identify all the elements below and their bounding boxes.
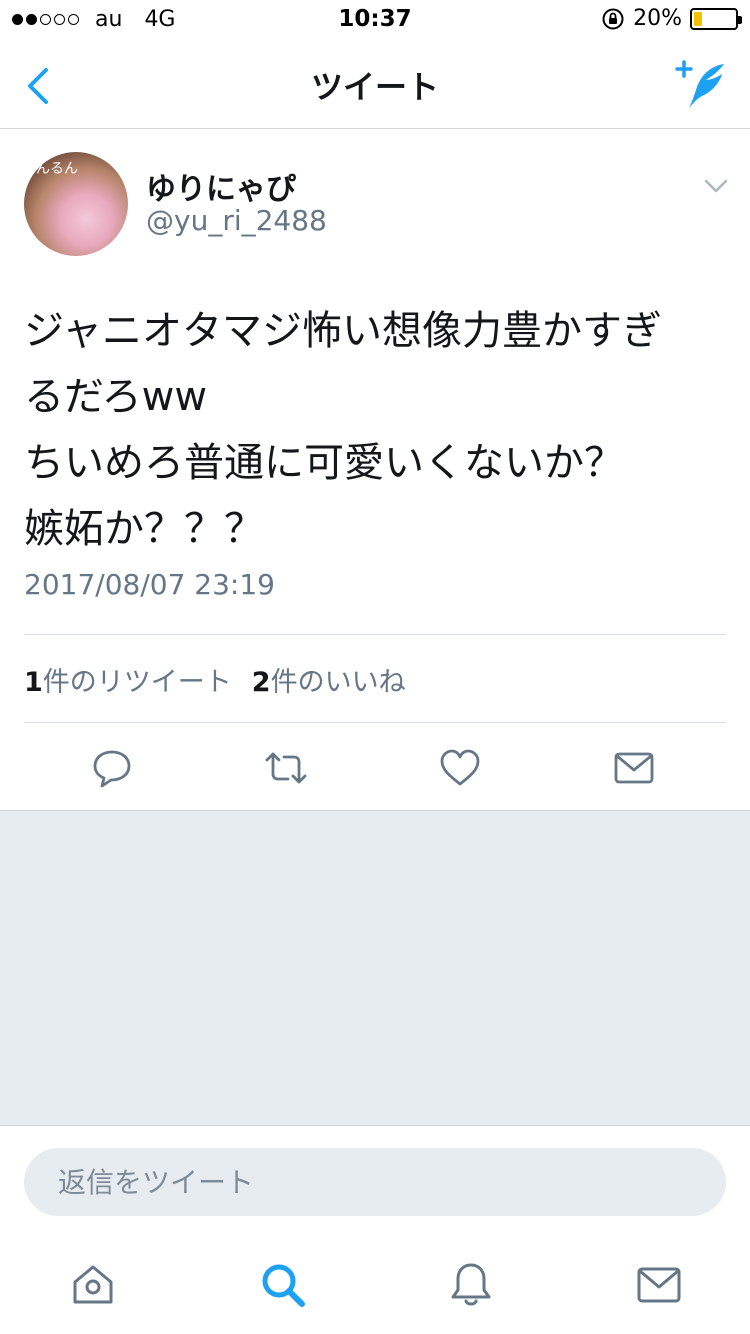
divider xyxy=(24,722,726,723)
search-icon[interactable] xyxy=(258,1260,308,1310)
messages-icon[interactable] xyxy=(634,1260,684,1310)
like-count: 2 xyxy=(251,667,271,698)
reply-box[interactable] xyxy=(24,1148,726,1216)
reply-input[interactable] xyxy=(24,1148,726,1216)
retweet-label: 件のリツイート xyxy=(42,667,232,698)
retweet-count: 1 xyxy=(24,667,43,698)
like-heart-icon[interactable] xyxy=(438,746,482,790)
reply-icon[interactable] xyxy=(90,746,134,790)
tweet-stats: 1件のリツイート 2件のいいね xyxy=(24,660,426,699)
notifications-icon[interactable] xyxy=(446,1260,496,1310)
battery-fill xyxy=(694,11,702,26)
navigation-bar: ツイート xyxy=(0,42,750,129)
empty-replies-area xyxy=(0,810,750,1126)
chevron-down-icon[interactable] xyxy=(700,172,732,200)
tweet-line: ちいめろ普通に可愛いくないか？ xyxy=(24,440,624,486)
rotation-lock-icon xyxy=(602,8,624,29)
avatar[interactable]: んるん xyxy=(24,152,128,256)
page-title: ツイート xyxy=(310,68,439,106)
tweet-line: ジャニオタマジ怖い想像力豊かすぎ xyxy=(24,308,662,354)
user-handle[interactable]: @yu_ri_2488 xyxy=(146,204,327,237)
status-right: 20% xyxy=(601,6,742,31)
retweet-count-link[interactable]: 1件のリツイート xyxy=(24,660,232,699)
tweet-text: ジャニオタマジ怖い想像力豊かすぎ るだろww ちいめろ普通に可愛いくないか？ 嫉… xyxy=(24,298,728,562)
tweet-timestamp: 2017/08/07 23:19 xyxy=(24,568,275,601)
battery-percent: 20% xyxy=(633,6,682,31)
compose-tweet-icon[interactable] xyxy=(674,56,730,112)
tweet-line: 嫉妬か？？？ xyxy=(24,506,264,552)
like-count-link[interactable]: 2件のいいね xyxy=(252,660,406,699)
divider xyxy=(24,634,726,635)
tweet-actions xyxy=(0,740,750,810)
avatar-overlay-text: んるん xyxy=(36,161,78,177)
tweet-line: るだろww xyxy=(24,374,208,420)
retweet-icon[interactable] xyxy=(264,746,308,790)
direct-message-icon[interactable] xyxy=(612,746,656,790)
battery-icon xyxy=(690,7,742,30)
tab-bar xyxy=(0,1240,750,1334)
home-icon[interactable] xyxy=(68,1260,118,1310)
display-name[interactable]: ゆりにゃぴ xyxy=(146,164,296,208)
like-label: 件のいいね xyxy=(270,667,406,698)
status-bar: au 4G 10:37 20% xyxy=(0,0,750,42)
